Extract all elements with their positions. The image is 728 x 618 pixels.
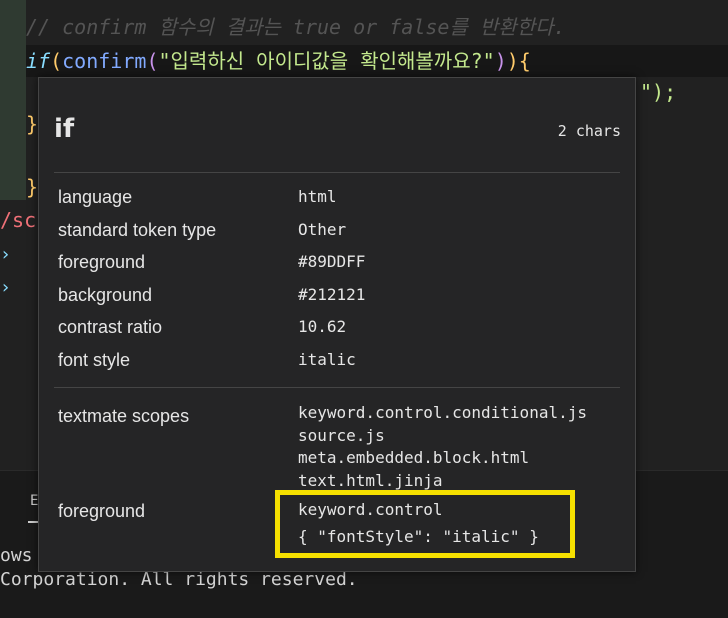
code-comment: // confirm 함수의 결과는 true or false를 반환한다. bbox=[26, 15, 566, 39]
confirm-paren-close: ) bbox=[494, 49, 507, 73]
fg-rule-label: foreground bbox=[58, 501, 146, 521]
highlight-box bbox=[275, 490, 575, 558]
row-label-background: background bbox=[58, 285, 153, 305]
row-label-foreground: foreground bbox=[58, 252, 146, 272]
keyword-if: if bbox=[26, 49, 51, 73]
row-label-token-type: standard token type bbox=[58, 220, 217, 240]
confirm-paren-open: ( bbox=[146, 49, 159, 73]
scope-item: text.html.jinja bbox=[298, 471, 443, 490]
char-count: 2 chars bbox=[557, 122, 621, 140]
scope-item: source.js bbox=[298, 426, 385, 445]
divider bbox=[54, 387, 620, 388]
terminal-line: ows bbox=[0, 545, 33, 566]
code-line-if: if(confirm("입력하신 아이디값을 확인해볼까요?")){ bbox=[26, 46, 531, 76]
row-label-language: language bbox=[58, 187, 133, 207]
divider bbox=[54, 172, 620, 173]
chevron-right-icon[interactable]: › bbox=[0, 277, 11, 298]
scopes-label: textmate scopes bbox=[58, 406, 190, 426]
scope-item: meta.embedded.block.html bbox=[298, 448, 530, 467]
row-value-background: #212121 bbox=[298, 285, 366, 304]
code-line-tail: "); bbox=[640, 80, 677, 104]
confirm-function: confirm bbox=[62, 49, 147, 73]
inspected-token: if bbox=[54, 114, 75, 144]
token-inspector-hover: if 2 chars language html standard token … bbox=[38, 77, 636, 572]
row-value-foreground: #89DDFF bbox=[298, 252, 366, 271]
row-value-language: html bbox=[298, 187, 337, 206]
scope-item: keyword.control.conditional.js bbox=[298, 403, 587, 422]
close-brace-inner: } bbox=[26, 112, 39, 136]
terminal-line: Corporation. All rights reserved. bbox=[0, 569, 358, 590]
row-value-contrast: 10.62 bbox=[298, 317, 347, 336]
row-value-token-type: Other bbox=[298, 220, 347, 239]
row-value-font-style: italic bbox=[298, 350, 356, 369]
confirm-string: "입력하신 아이디값을 확인해볼까요?" bbox=[158, 49, 495, 73]
row-label-font-style: font style bbox=[58, 350, 131, 370]
paren-close: ) bbox=[506, 49, 519, 73]
close-brace-outer: } bbox=[26, 175, 39, 199]
row-label-contrast: contrast ratio bbox=[58, 317, 163, 337]
paren-open: ( bbox=[50, 49, 63, 73]
brace-open: { bbox=[518, 49, 531, 73]
chevron-right-icon[interactable]: › bbox=[0, 244, 11, 265]
gutter-highlight bbox=[0, 0, 26, 200]
